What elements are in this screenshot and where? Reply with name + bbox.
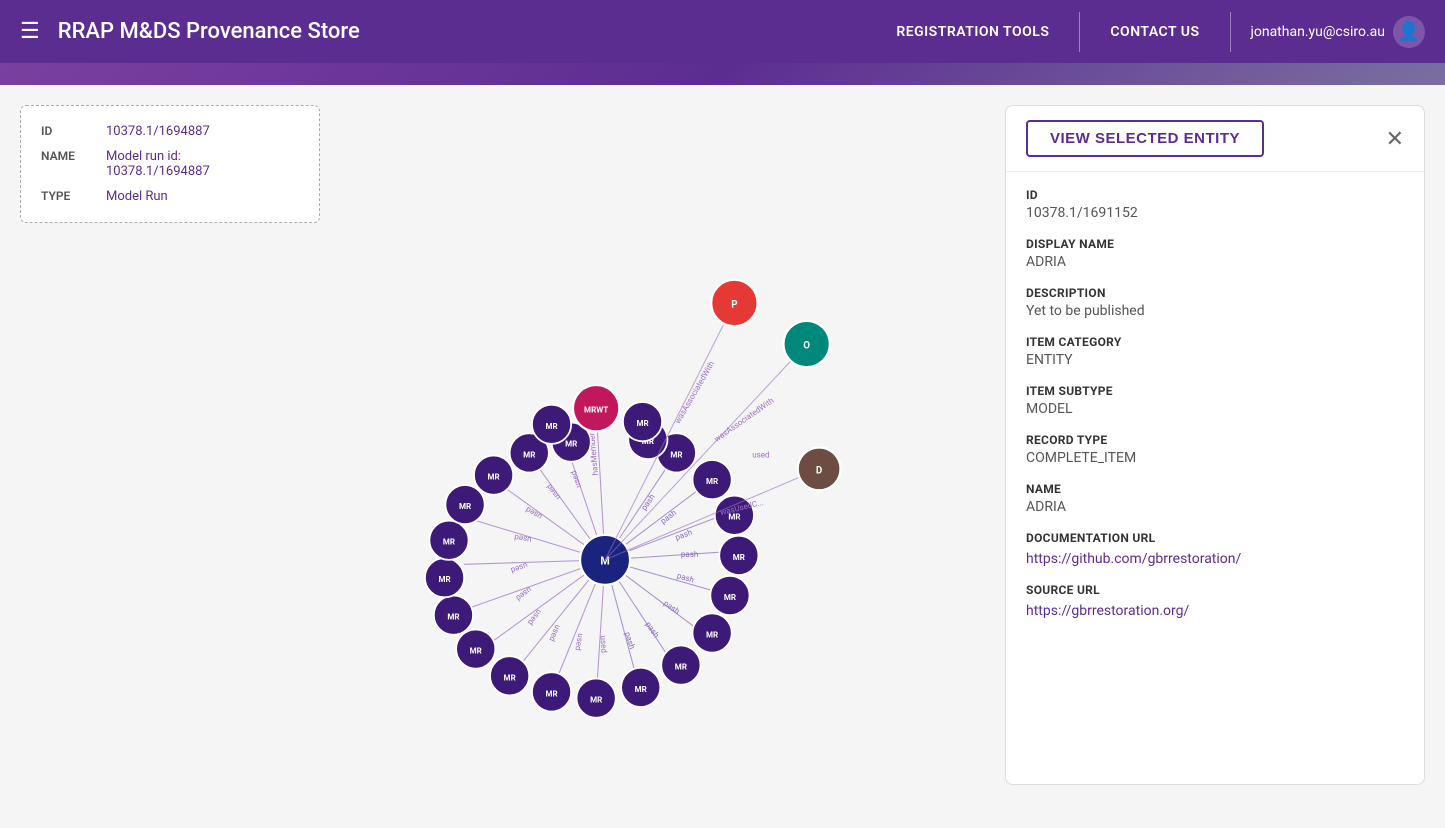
user-email: jonathan.yu@csiro.au (1251, 24, 1386, 40)
main-content: ID 10378.1/1694887 NAME Model run id:103… (0, 85, 1445, 827)
svg-text:MR: MR (636, 419, 648, 428)
info-name-row: NAME Model run id:10378.1/1694887 (41, 149, 299, 179)
detail-source-url: SOURCE URL https://gbrrestoration.org/ (1026, 583, 1404, 619)
svg-text:MR: MR (590, 696, 602, 705)
detail-description-label: DESCRIPTION (1026, 286, 1404, 300)
svg-text:MR: MR (443, 538, 455, 547)
svg-text:pash: pash (639, 493, 656, 512)
svg-text:MR: MR (706, 630, 718, 639)
svg-text:used: used (526, 608, 544, 627)
menu-icon[interactable]: ☰ (20, 19, 40, 44)
detail-name: NAME ADRIA (1026, 482, 1404, 515)
svg-text:used: used (514, 533, 533, 545)
svg-text:pash: pash (659, 508, 678, 526)
detail-item-subtype-value: MODEL (1026, 401, 1404, 417)
svg-text:MR: MR (459, 502, 471, 511)
user-section: jonathan.yu@csiro.au 👤 (1231, 16, 1426, 48)
svg-text:pash: pash (644, 620, 661, 639)
contact-us-link[interactable]: CONTACT US (1080, 24, 1229, 40)
detail-item-category-label: ITEM CATEGORY (1026, 335, 1404, 349)
right-panel: VIEW SELECTED ENTITY ✕ ID 10378.1/169115… (1005, 105, 1425, 785)
svg-text:MR: MR (504, 673, 516, 682)
close-panel-button[interactable]: ✕ (1386, 128, 1404, 150)
detail-item-subtype-label: ITEM SUBTYPE (1026, 384, 1404, 398)
view-entity-button[interactable]: VIEW SELECTED ENTITY (1026, 120, 1264, 157)
svg-text:O: O (803, 340, 810, 351)
detail-source-url-label: SOURCE URL (1026, 583, 1404, 597)
svg-text:MR: MR (470, 647, 482, 656)
detail-display-name: DISPLAY NAME ADRIA (1026, 237, 1404, 270)
detail-documentation-url: DOCUMENTATION URL https://github.com/gbr… (1026, 531, 1404, 567)
registration-tools-link[interactable]: REGISTRATION TOOLS (866, 24, 1079, 40)
detail-id: ID 10378.1/1691152 (1026, 188, 1404, 221)
svg-text:MR: MR (545, 422, 557, 431)
detail-record-type: RECORD TYPE COMPLETE_ITEM (1026, 433, 1404, 466)
svg-text:MR: MR (706, 477, 718, 486)
svg-text:MR: MR (733, 553, 745, 562)
svg-text:used: used (514, 585, 533, 603)
detail-id-label: ID (1026, 188, 1404, 202)
svg-text:used: used (752, 450, 769, 459)
svg-text:MR: MR (670, 450, 682, 459)
svg-text:P: P (731, 299, 737, 310)
svg-text:used: used (547, 623, 562, 642)
svg-text:pash: pash (681, 550, 698, 559)
svg-text:MR: MR (488, 473, 500, 482)
info-type-row: TYPE Model Run (41, 189, 299, 204)
detail-item-category-value: ENTITY (1026, 352, 1404, 368)
svg-text:MR: MR (545, 689, 557, 698)
svg-text:wasAssociatedWith: wasAssociatedWith (673, 360, 716, 426)
detail-item-subtype: ITEM SUBTYPE MODEL (1026, 384, 1404, 417)
right-panel-header: VIEW SELECTED ENTITY ✕ (1006, 106, 1424, 172)
banner (0, 63, 1445, 85)
user-avatar-icon[interactable]: 👤 (1393, 16, 1425, 48)
svg-text:pash: pash (623, 631, 637, 650)
info-name-value: Model run id:10378.1/1694887 (106, 149, 210, 179)
info-name-label: NAME (41, 149, 106, 179)
info-id-value: 10378.1/1694887 (106, 124, 210, 139)
detail-description: DESCRIPTION Yet to be published (1026, 286, 1404, 319)
detail-name-label: NAME (1026, 482, 1404, 496)
svg-text:pash: pash (662, 599, 681, 616)
app-header: ☰ RRAP M&DS Provenance Store REGISTRATIO… (0, 0, 1445, 63)
detail-record-type-label: RECORD TYPE (1026, 433, 1404, 447)
svg-text:used: used (545, 482, 562, 501)
svg-text:used: used (569, 470, 583, 489)
header-nav: REGISTRATION TOOLS CONTACT US jonathan.y… (866, 12, 1425, 52)
left-panel: ID 10378.1/1694887 NAME Model run id:103… (20, 105, 985, 807)
info-id-label: ID (41, 124, 106, 139)
svg-text:used: used (599, 635, 609, 653)
svg-text:MR: MR (438, 575, 450, 584)
detail-id-value: 10378.1/1691152 (1026, 205, 1404, 221)
detail-source-url-value[interactable]: https://gbrrestoration.org/ (1026, 603, 1189, 619)
right-panel-body: ID 10378.1/1691152 DISPLAY NAME ADRIA DE… (1006, 172, 1424, 784)
detail-display-name-value: ADRIA (1026, 254, 1404, 270)
detail-documentation-url-value[interactable]: https://github.com/gbrrestoration/ (1026, 551, 1241, 567)
svg-text:used: used (524, 505, 544, 521)
detail-item-category: ITEM CATEGORY ENTITY (1026, 335, 1404, 368)
detail-display-name-label: DISPLAY NAME (1026, 237, 1404, 251)
app-title: RRAP M&DS Provenance Store (58, 19, 867, 44)
detail-description-value: Yet to be published (1026, 303, 1404, 319)
info-card: ID 10378.1/1694887 NAME Model run id:103… (20, 105, 320, 223)
svg-text:MR: MR (565, 440, 577, 449)
svg-text:wasAssociatedWith: wasAssociatedWith (713, 396, 776, 444)
info-id-row: ID 10378.1/1694887 (41, 124, 299, 139)
svg-text:MR: MR (675, 663, 687, 672)
info-type-label: TYPE (41, 189, 106, 204)
svg-text:MRWT: MRWT (584, 406, 608, 415)
svg-text:MR: MR (523, 450, 535, 459)
svg-text:used: used (573, 633, 585, 652)
svg-text:MR: MR (447, 613, 459, 622)
info-type-value: Model Run (106, 189, 168, 204)
svg-text:MR: MR (635, 685, 647, 694)
detail-name-value: ADRIA (1026, 499, 1404, 515)
detail-documentation-url-label: DOCUMENTATION URL (1026, 531, 1404, 545)
svg-text:D: D (816, 465, 822, 476)
svg-text:MR: MR (724, 593, 736, 602)
detail-record-type-value: COMPLETE_ITEM (1026, 450, 1404, 466)
